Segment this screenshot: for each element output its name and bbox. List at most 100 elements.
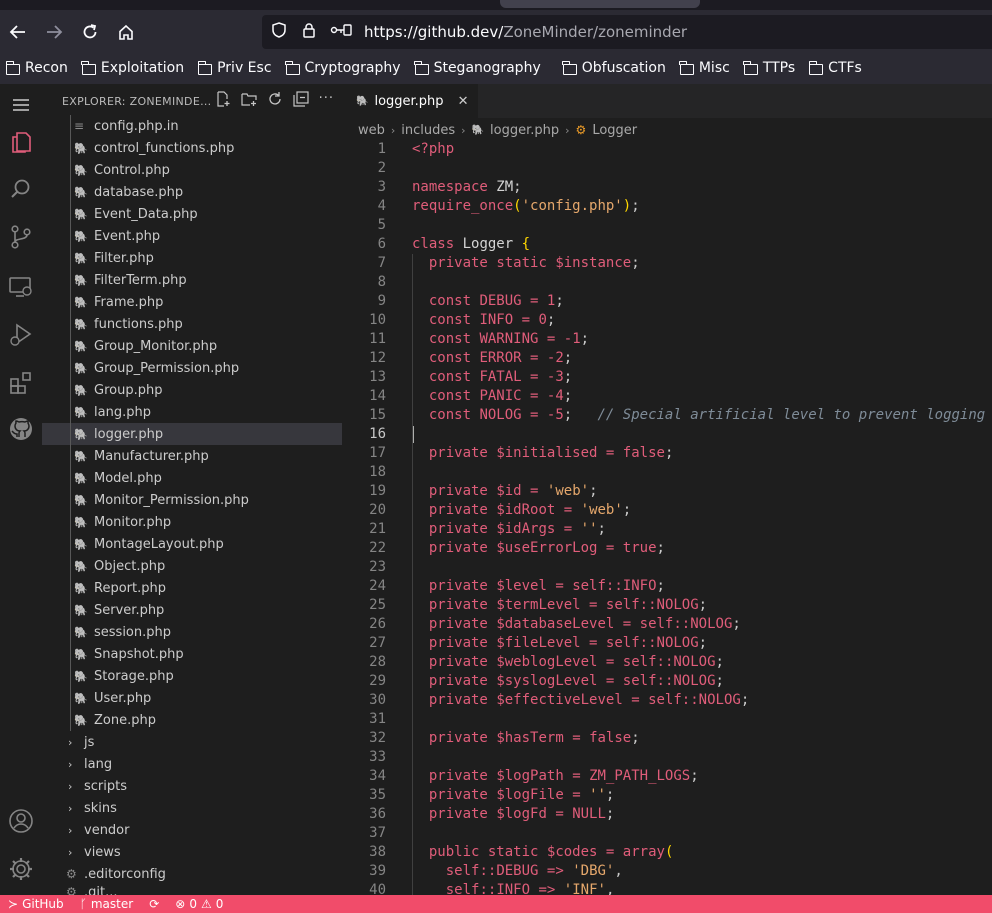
github-icon[interactable] (0, 408, 42, 450)
url-bar[interactable]: https://github.dev/ZoneMinder/zoneminder (262, 15, 992, 49)
bookmark-folder[interactable]: Misc (679, 60, 730, 76)
bookmark-folder[interactable]: Cryptography (285, 60, 401, 76)
code-line[interactable]: 5 (342, 216, 992, 235)
code-line[interactable]: 17 private $initialised = false; (342, 444, 992, 463)
file-item[interactable]: 🐘 Server.php (42, 599, 342, 621)
collapse-all-icon[interactable] (292, 91, 309, 111)
code-line[interactable]: 38 public static $codes = array( (342, 843, 992, 862)
account-icon[interactable] (0, 800, 42, 842)
code-line[interactable]: 39 self::DEBUG => 'DBG', (342, 862, 992, 881)
code-editor[interactable]: 1 <?php 2 3 namespace ZM; 4 require_once('conf… (342, 140, 992, 895)
code-line[interactable]: 31 (342, 710, 992, 729)
code-line[interactable]: 4 require_once('config.php'); (342, 197, 992, 216)
code-line[interactable]: 26 private $databaseLevel = self::NOLOG; (342, 615, 992, 634)
remote-explorer-icon[interactable] (0, 266, 42, 308)
permissions-icon[interactable] (330, 22, 352, 42)
file-item[interactable]: ⚙ .git... (42, 885, 342, 895)
code-line[interactable]: 35 private $logFile = ''; (342, 786, 992, 805)
code-line[interactable]: 6 class Logger { (342, 235, 992, 254)
file-item[interactable]: 🐘 Model.php (42, 467, 342, 489)
file-item[interactable]: 🐘 Control.php (42, 159, 342, 181)
code-line[interactable]: 24 private $level = self::INFO; (342, 577, 992, 596)
bookmark-folder[interactable]: Exploitation (81, 60, 184, 76)
home-icon[interactable] (108, 14, 144, 50)
problems-indicator[interactable]: ⊗ 0 ⚠ 0 (167, 897, 231, 911)
extensions-icon[interactable] (0, 362, 42, 404)
file-item[interactable]: 🐘 MontageLayout.php (42, 533, 342, 555)
reload-icon[interactable] (72, 14, 108, 50)
bookmark-folder[interactable]: Obfuscation (562, 60, 666, 76)
bookmark-folder[interactable]: Recon (5, 60, 68, 76)
search-icon[interactable] (0, 168, 42, 210)
code-line[interactable]: 3 namespace ZM; (342, 178, 992, 197)
file-item[interactable]: 🐘 Filter.php (42, 247, 342, 269)
file-item[interactable]: 🐘 session.php (42, 621, 342, 643)
file-item[interactable]: 🐘 Group_Monitor.php (42, 335, 342, 357)
sync-icon[interactable]: ⟳ (141, 897, 167, 911)
shield-icon[interactable] (270, 22, 288, 42)
code-line[interactable]: 8 (342, 273, 992, 292)
file-item[interactable]: 🐘 control_functions.php (42, 137, 342, 159)
file-item[interactable]: 🐘 Report.php (42, 577, 342, 599)
folder-item[interactable]: › lang (42, 753, 342, 775)
file-item[interactable]: 🐘 FilterTerm.php (42, 269, 342, 291)
breadcrumb-item[interactable]: includes (401, 123, 455, 138)
close-icon[interactable]: ✕ (458, 94, 469, 109)
new-file-icon[interactable] (215, 91, 231, 111)
explorer-icon[interactable] (0, 120, 42, 162)
code-line[interactable]: 21 private $idArgs = ''; (342, 520, 992, 539)
folder-item[interactable]: › skins (42, 797, 342, 819)
bookmark-folder[interactable]: Steganography (414, 60, 541, 76)
file-item[interactable]: 🐘 Manufacturer.php (42, 445, 342, 467)
code-line[interactable]: 30 private $effectiveLevel = self::NOLOG… (342, 691, 992, 710)
code-line[interactable]: 29 private $syslogLevel = self::NOLOG; (342, 672, 992, 691)
folder-item[interactable]: › vendor (42, 819, 342, 841)
file-item[interactable]: 🐘 Object.php (42, 555, 342, 577)
code-line[interactable]: 34 private $logPath = ZM_PATH_LOGS; (342, 767, 992, 786)
file-item[interactable]: 🐘 Snapshot.php (42, 643, 342, 665)
tab-logger-php[interactable]: 🐘 logger.php ✕ (342, 84, 479, 118)
breadcrumb-item[interactable]: Logger (592, 123, 637, 138)
bookmark-folder[interactable]: TTPs (743, 60, 795, 76)
code-line[interactable]: 28 private $weblogLevel = self::NOLOG; (342, 653, 992, 672)
file-item[interactable]: 🐘 Monitor.php (42, 511, 342, 533)
lock-icon[interactable] (300, 22, 318, 42)
code-line[interactable]: 14 const PANIC = -4; (342, 387, 992, 406)
file-item[interactable]: 🐘 Storage.php (42, 665, 342, 687)
file-item[interactable]: 🐘 Event.php (42, 225, 342, 247)
code-line[interactable]: 9 const DEBUG = 1; (342, 292, 992, 311)
run-debug-icon[interactable] (0, 314, 42, 356)
folder-item[interactable]: › views (42, 841, 342, 863)
code-line[interactable]: 36 private $logFd = NULL; (342, 805, 992, 824)
code-line[interactable]: 2 (342, 159, 992, 178)
file-item[interactable]: 🐘 Group.php (42, 379, 342, 401)
code-line[interactable]: 25 private $termLevel = self::NOLOG; (342, 596, 992, 615)
file-item[interactable]: 🐘 Zone.php (42, 709, 342, 731)
file-item[interactable]: 🐘 Monitor_Permission.php (42, 489, 342, 511)
breadcrumb-item[interactable]: logger.php (490, 123, 559, 138)
code-line[interactable]: 15 const NOLOG = -5; // Special artifici… (342, 406, 992, 425)
file-item[interactable]: 🐘 database.php (42, 181, 342, 203)
code-line[interactable]: 7 private static $instance; (342, 254, 992, 273)
file-item[interactable]: 🐘 logger.php (42, 423, 342, 445)
file-item[interactable]: 🐘 Frame.php (42, 291, 342, 313)
code-line[interactable]: 40 self::INFO => 'INF', (342, 881, 992, 895)
browser-tab[interactable] (500, 0, 700, 8)
code-line[interactable]: 22 private $useErrorLog = true; (342, 539, 992, 558)
settings-gear-icon[interactable] (0, 848, 42, 890)
bookmark-folder[interactable]: Priv Esc (197, 60, 272, 76)
code-line[interactable]: 16 (342, 425, 992, 444)
branch-indicator[interactable]: ᚴ master (72, 897, 142, 911)
folder-item[interactable]: › scripts (42, 775, 342, 797)
new-folder-icon[interactable] (240, 91, 257, 111)
file-item[interactable]: ⚙ .editorconfig (42, 863, 342, 885)
code-line[interactable]: 27 private $fileLevel = self::NOLOG; (342, 634, 992, 653)
file-item[interactable]: 🐘 Event_Data.php (42, 203, 342, 225)
file-item[interactable]: 🐘 functions.php (42, 313, 342, 335)
code-line[interactable]: 1 <?php (342, 140, 992, 159)
file-item[interactable]: 🐘 lang.php (42, 401, 342, 423)
code-line[interactable]: 37 (342, 824, 992, 843)
remote-indicator[interactable]: ≻ GitHub (0, 897, 72, 911)
code-line[interactable]: 32 private $hasTerm = false; (342, 729, 992, 748)
bookmark-folder[interactable]: CTFs (808, 60, 862, 76)
